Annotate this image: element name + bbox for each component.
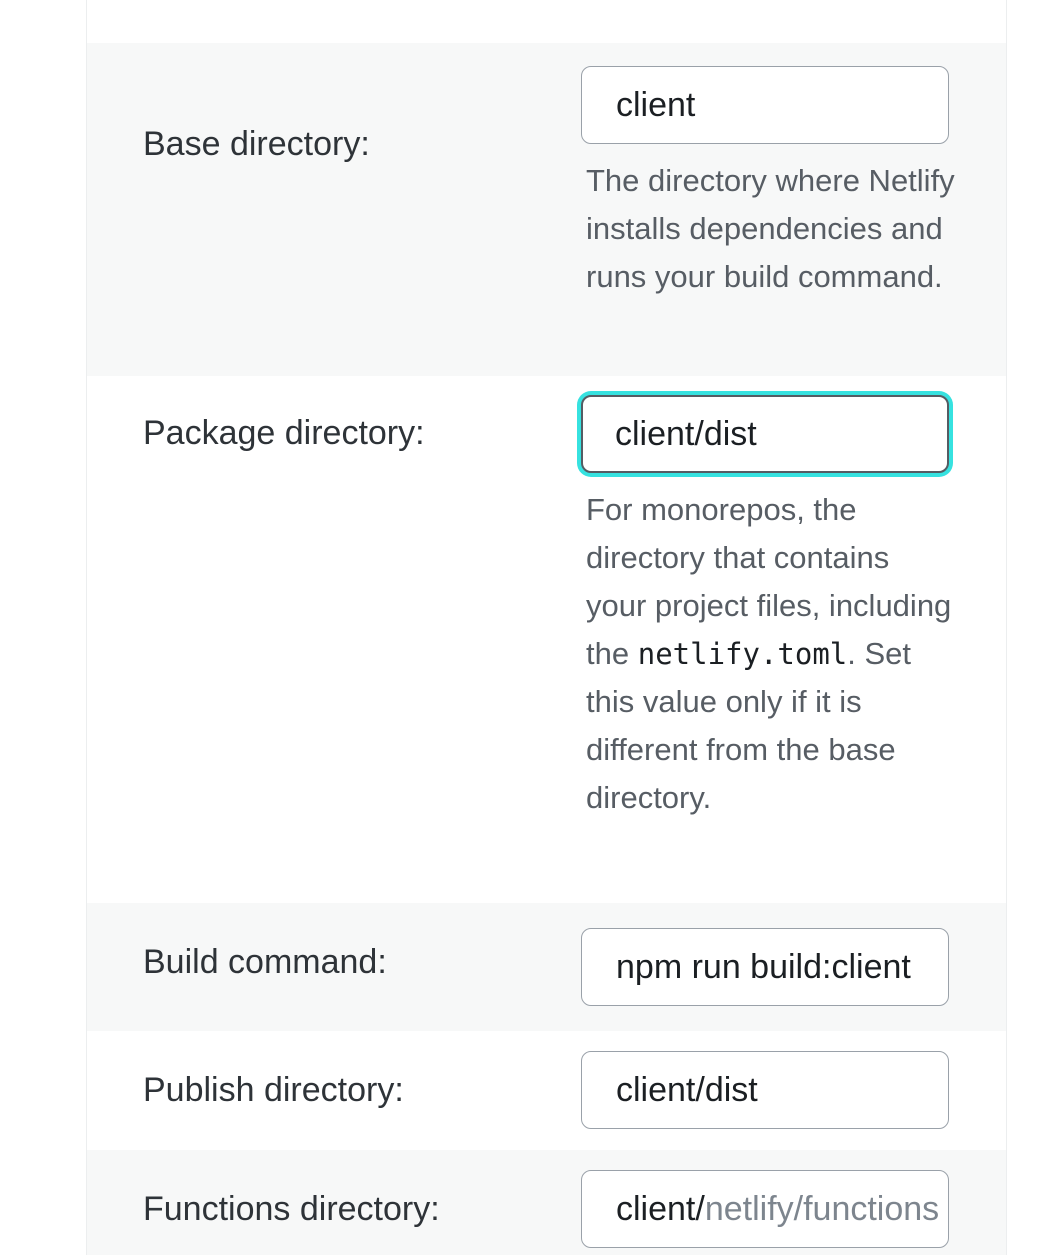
functions-directory-label: Functions directory: (143, 1190, 440, 1228)
netlify-toml-code: netlify.toml (637, 637, 848, 671)
publish-directory-label: Publish directory: (143, 1071, 404, 1109)
functions-directory-input[interactable] (704, 1189, 948, 1229)
build-command-label: Build command: (143, 943, 387, 981)
build-settings-panel: Base directory: The directory where Netl… (86, 0, 1007, 1255)
base-directory-label: Base directory: (143, 125, 370, 163)
functions-directory-field[interactable]: client/ (581, 1170, 949, 1248)
package-directory-row: Package directory: For monorepos, the di… (87, 376, 1006, 903)
base-directory-input[interactable] (616, 85, 948, 125)
package-directory-help: For monorepos, the directory that contai… (586, 486, 956, 822)
functions-directory-prefix: client/ (616, 1189, 705, 1228)
package-directory-input[interactable] (615, 414, 947, 454)
build-command-row: Build command: (87, 903, 1006, 1031)
package-directory-label: Package directory: (143, 414, 425, 452)
functions-directory-row: Functions directory: client/ (87, 1150, 1006, 1255)
publish-directory-input[interactable] (616, 1070, 948, 1110)
package-directory-field[interactable] (581, 395, 949, 473)
base-directory-field[interactable] (581, 66, 949, 144)
build-command-field[interactable] (581, 928, 949, 1006)
publish-directory-row: Publish directory: (87, 1031, 1006, 1150)
publish-directory-field[interactable] (581, 1051, 949, 1129)
base-directory-help: The directory where Netlify installs dep… (586, 163, 955, 294)
build-command-input[interactable] (616, 947, 948, 987)
base-directory-row: Base directory: The directory where Netl… (87, 43, 1006, 376)
